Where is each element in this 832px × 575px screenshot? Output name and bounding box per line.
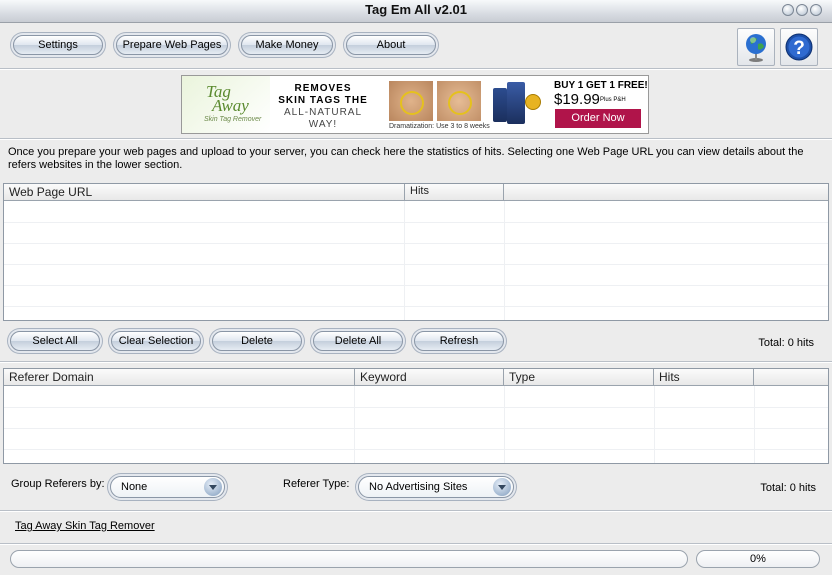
progress-bar — [10, 550, 688, 568]
close-icon[interactable] — [810, 4, 822, 16]
separator — [0, 361, 832, 363]
clear-selection-button[interactable]: Clear Selection — [111, 331, 201, 351]
referer-type-label: Referer Type: — [283, 478, 350, 490]
group-referers-label: Group Referers by: — [11, 478, 105, 490]
referer-type-select[interactable]: No Advertising Sites — [358, 476, 514, 498]
column-header-type[interactable]: Type — [504, 369, 654, 386]
column-header-keyword[interactable]: Keyword — [355, 369, 504, 386]
delete-all-button[interactable]: Delete All — [313, 331, 403, 351]
chevron-down-icon[interactable] — [493, 478, 511, 496]
make-money-button[interactable]: Make Money — [241, 35, 333, 55]
settings-button[interactable]: Settings — [13, 35, 103, 55]
referer-table[interactable]: Referer Domain Keyword Type Hits — [3, 368, 829, 464]
pages-total-hits: Total: 0 hits — [758, 337, 814, 349]
order-now-button[interactable]: Order Now — [555, 109, 641, 128]
about-button[interactable]: About — [346, 35, 436, 55]
banner-logo: Tag Away Skin Tag Remover — [182, 76, 270, 133]
maximize-icon[interactable] — [796, 4, 808, 16]
column-header-filler — [504, 184, 828, 201]
help-icon: ? — [785, 33, 813, 61]
separator — [0, 510, 832, 512]
separator — [0, 138, 832, 140]
globe-icon — [746, 34, 766, 62]
seal-badge — [525, 94, 541, 110]
column-header-hits[interactable]: Hits — [405, 184, 504, 201]
progress-percent: 0% — [696, 550, 820, 568]
column-header-url[interactable]: Web Page URL — [4, 184, 405, 201]
help-button[interactable]: ? — [780, 28, 818, 66]
prepare-web-pages-button[interactable]: Prepare Web Pages — [116, 35, 228, 55]
referer-total-hits: Total: 0 hits — [760, 482, 816, 494]
column-header-referer-hits[interactable]: Hits — [654, 369, 754, 386]
column-header-filler — [754, 369, 828, 386]
separator — [0, 543, 832, 545]
chevron-down-icon[interactable] — [204, 478, 222, 496]
window-title: Tag Em All v2.01 — [365, 2, 467, 17]
select-all-button[interactable]: Select All — [10, 331, 100, 351]
product-bottle — [493, 88, 507, 122]
sponsor-link[interactable]: Tag Away Skin Tag Remover — [15, 520, 155, 532]
product-bottle — [507, 82, 525, 124]
web-pages-table[interactable]: Web Page URL Hits — [3, 183, 829, 321]
group-referers-select[interactable]: None — [110, 476, 225, 498]
separator — [0, 68, 832, 70]
column-header-referer-domain[interactable]: Referer Domain — [4, 369, 355, 386]
after-photo — [437, 81, 481, 121]
banner-headline: REMOVES SKIN TAGS THE ALL-NATURAL WAY! — [278, 83, 368, 130]
refresh-button[interactable]: Refresh — [414, 331, 504, 351]
info-text: Once you prepare your web pages and uplo… — [8, 146, 804, 171]
minimize-icon[interactable] — [782, 4, 794, 16]
web-globe-button[interactable] — [737, 28, 775, 66]
advertisement-banner[interactable]: Tag Away Skin Tag Remover REMOVES SKIN T… — [181, 75, 649, 134]
before-photo — [389, 81, 433, 121]
svg-text:?: ? — [793, 38, 805, 59]
delete-button[interactable]: Delete — [212, 331, 302, 351]
